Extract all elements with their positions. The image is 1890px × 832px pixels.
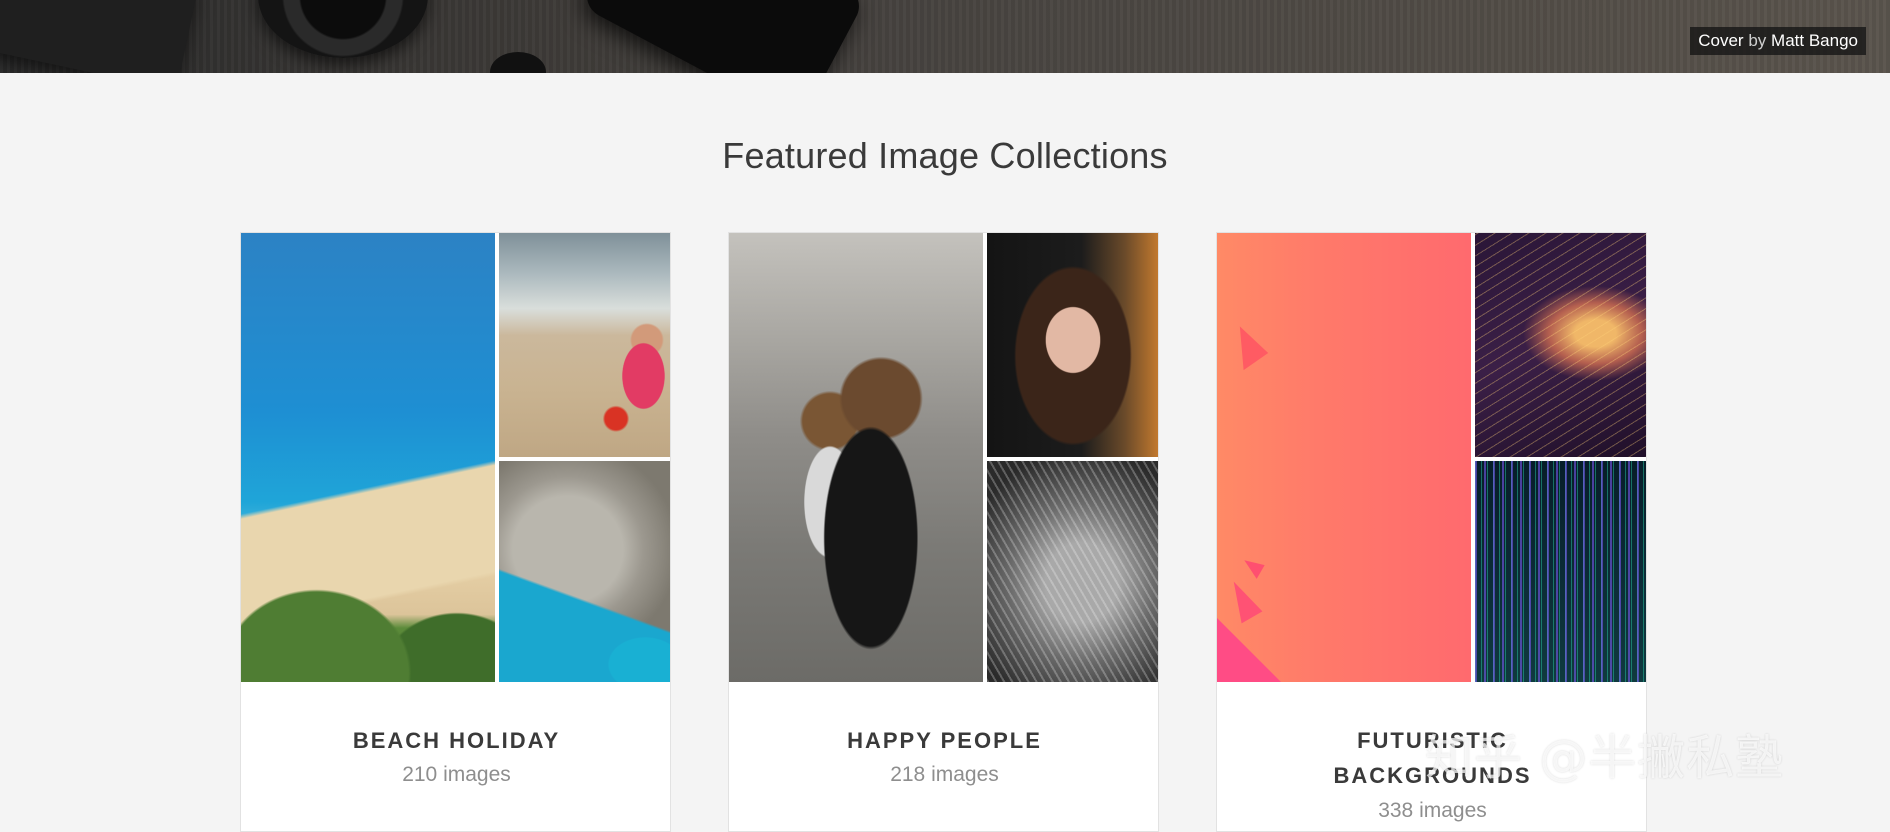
hair-closeup-photo	[987, 461, 1158, 682]
cable-image	[490, 52, 546, 73]
triangle-shape	[1221, 321, 1269, 371]
cover-credit-by: by	[1748, 31, 1767, 50]
collection-count: 210 images	[402, 763, 511, 786]
rock-cliff-photo	[499, 461, 670, 682]
collection-count: 338 images	[1378, 799, 1487, 822]
fiber-optic-photo	[1475, 233, 1646, 457]
cover-credit-author-link[interactable]: Matt Bango	[1771, 31, 1858, 50]
mother-child-photo	[729, 233, 983, 682]
collection-mosaic[interactable]	[241, 233, 670, 682]
section-title: Featured Image Collections	[722, 135, 1168, 176]
neon-bars-photo	[1475, 461, 1646, 682]
camera-lens-image	[258, 0, 428, 58]
phone-image	[579, 0, 867, 73]
watermark-text: 知乎 @半撇私塾	[1425, 730, 1785, 786]
laughing-woman-photo	[987, 233, 1158, 457]
collection-card-beach-holiday[interactable]: BEACH HOLIDAY 210 images	[240, 232, 671, 832]
collection-title[interactable]: BEACH HOLIDAY	[241, 723, 670, 758]
collection-mosaic[interactable]	[1217, 233, 1646, 682]
collection-count: 218 images	[890, 763, 999, 786]
keyboard-image	[0, 0, 200, 73]
hero-cover-image: Cover by Matt Bango	[0, 0, 1890, 73]
triangle-shape	[1217, 617, 1286, 682]
coral-gradient-photo	[1217, 233, 1471, 682]
collection-title[interactable]: HAPPY PEOPLE	[729, 723, 1158, 758]
cover-credit: Cover by Matt Bango	[1690, 27, 1866, 55]
cover-credit-prefix: Cover	[1698, 31, 1744, 50]
collection-mosaic[interactable]	[729, 233, 1158, 682]
triangle-shape	[1239, 555, 1265, 579]
beach-aerial-photo	[241, 233, 495, 682]
child-on-beach-photo	[499, 233, 670, 457]
collection-card-happy-people[interactable]: HAPPY PEOPLE 218 images	[728, 232, 1159, 832]
